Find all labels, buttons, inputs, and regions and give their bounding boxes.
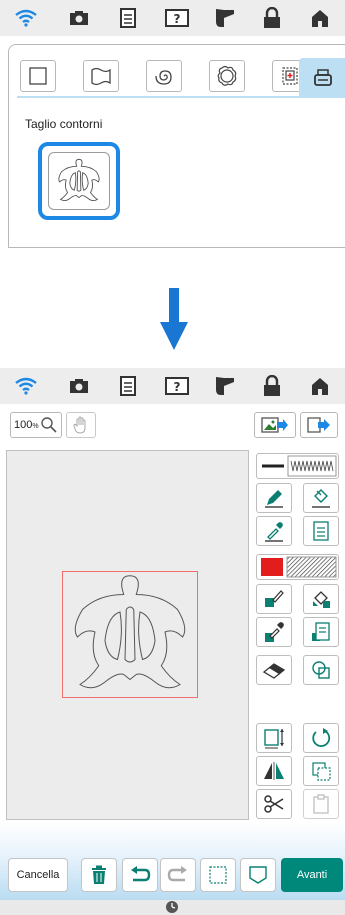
lock-icon[interactable] xyxy=(260,374,284,398)
next-button[interactable]: Avanti xyxy=(281,858,343,892)
zoom-unit: % xyxy=(32,422,39,430)
bottom-status-bar: ? xyxy=(0,368,345,404)
line-eyedropper-icon xyxy=(265,522,283,542)
rotate-icon xyxy=(312,728,331,747)
shapes-icon xyxy=(312,661,330,679)
line-properties-button[interactable] xyxy=(303,516,339,546)
document-icon[interactable] xyxy=(116,374,140,398)
line-type-icon xyxy=(262,455,337,477)
trash-icon xyxy=(92,865,106,884)
section-label: Taglio contorni xyxy=(25,117,103,131)
machine-setting-icon[interactable] xyxy=(213,374,237,398)
duplicate-button[interactable] xyxy=(303,756,339,786)
line-type-selector[interactable] xyxy=(256,453,339,479)
resize-icon xyxy=(264,729,284,749)
tab-spiral[interactable] xyxy=(146,60,182,92)
brush-icon xyxy=(265,590,284,607)
turtle-outline-drawing[interactable] xyxy=(63,572,197,697)
import-image-button[interactable] xyxy=(254,412,296,438)
turtle-thumbnail xyxy=(48,152,110,210)
line-fill-button[interactable] xyxy=(303,483,339,513)
help-icon[interactable]: ? xyxy=(165,374,189,398)
tool-palette xyxy=(254,450,345,820)
outline-tab-bar xyxy=(17,58,345,98)
dotted-selection-icon xyxy=(209,866,227,884)
pen-tool-button[interactable] xyxy=(256,483,292,513)
line-eyedropper-button[interactable] xyxy=(256,516,292,546)
redo-button[interactable] xyxy=(160,858,196,892)
fill-list-icon xyxy=(312,622,330,641)
fill-properties-button[interactable] xyxy=(303,617,339,647)
mirror-icon xyxy=(264,762,284,780)
tab-scallop[interactable] xyxy=(209,60,245,92)
area-fill-button[interactable] xyxy=(303,584,339,614)
camera-icon[interactable] xyxy=(67,6,91,30)
export-button[interactable] xyxy=(300,412,338,438)
cancel-button[interactable]: Cancella xyxy=(8,858,68,892)
undo-button[interactable] xyxy=(122,858,158,892)
fill-eyedropper-icon xyxy=(265,622,284,642)
rotate-button[interactable] xyxy=(303,723,339,753)
drawing-canvas[interactable] xyxy=(6,450,249,820)
export-icon xyxy=(307,417,330,433)
tab-square[interactable] xyxy=(20,60,56,92)
help-icon[interactable]: ? xyxy=(165,6,189,30)
camera-icon[interactable] xyxy=(67,374,91,398)
shape-button[interactable] xyxy=(303,655,339,685)
lock-icon[interactable] xyxy=(260,6,284,30)
fill-type-icon xyxy=(261,556,337,578)
stamp-shape-button[interactable] xyxy=(240,858,276,892)
undo-icon xyxy=(131,866,151,882)
select-button[interactable] xyxy=(200,858,236,892)
shield-shape-icon xyxy=(249,866,267,884)
pan-hand-button[interactable] xyxy=(66,412,96,438)
wifi-icon[interactable] xyxy=(14,374,38,398)
mirror-button[interactable] xyxy=(256,756,292,786)
editor-toolbar: 100 % xyxy=(0,404,345,444)
top-status-bar: ? xyxy=(0,0,345,36)
machine-setting-icon[interactable] xyxy=(213,6,237,30)
tab-scanner[interactable] xyxy=(299,58,345,98)
area-fill-bucket-icon xyxy=(313,591,330,608)
clock-icon xyxy=(166,901,178,913)
clipboard-icon xyxy=(313,794,329,814)
delete-button[interactable] xyxy=(81,858,117,892)
cut-button[interactable] xyxy=(256,789,292,819)
import-image-icon xyxy=(261,417,288,433)
zoom-button[interactable]: 100 % xyxy=(10,412,62,438)
line-list-icon xyxy=(313,521,329,541)
down-arrow-icon xyxy=(160,288,188,350)
line-fill-bucket-icon xyxy=(312,489,330,508)
fill-type-selector[interactable] xyxy=(256,554,339,580)
hand-icon xyxy=(73,416,86,434)
home-icon[interactable] xyxy=(308,6,332,30)
wifi-icon[interactable] xyxy=(14,6,38,30)
eraser-button[interactable] xyxy=(256,655,292,685)
magnifier-icon xyxy=(40,417,57,433)
pen-icon xyxy=(265,490,283,508)
zoom-value: 100 xyxy=(14,419,33,431)
svg-text:?: ? xyxy=(174,380,181,394)
paste-button[interactable] xyxy=(303,789,339,819)
fill-eyedropper-button[interactable] xyxy=(256,617,292,647)
next-label: Avanti xyxy=(296,869,328,881)
turtle-pattern-button[interactable] xyxy=(38,142,120,220)
cancel-label: Cancella xyxy=(16,869,60,881)
svg-text:?: ? xyxy=(174,12,181,26)
turtle-outline-icon xyxy=(58,158,100,202)
tab-wavy-shape[interactable] xyxy=(83,60,119,92)
resize-button[interactable] xyxy=(256,723,292,753)
document-icon[interactable] xyxy=(116,6,140,30)
scissors-icon xyxy=(264,795,284,813)
duplicate-icon xyxy=(312,762,331,781)
redo-icon xyxy=(167,866,187,882)
brush-tool-button[interactable] xyxy=(256,584,292,614)
eraser-icon xyxy=(262,663,286,679)
home-icon[interactable] xyxy=(308,374,332,398)
